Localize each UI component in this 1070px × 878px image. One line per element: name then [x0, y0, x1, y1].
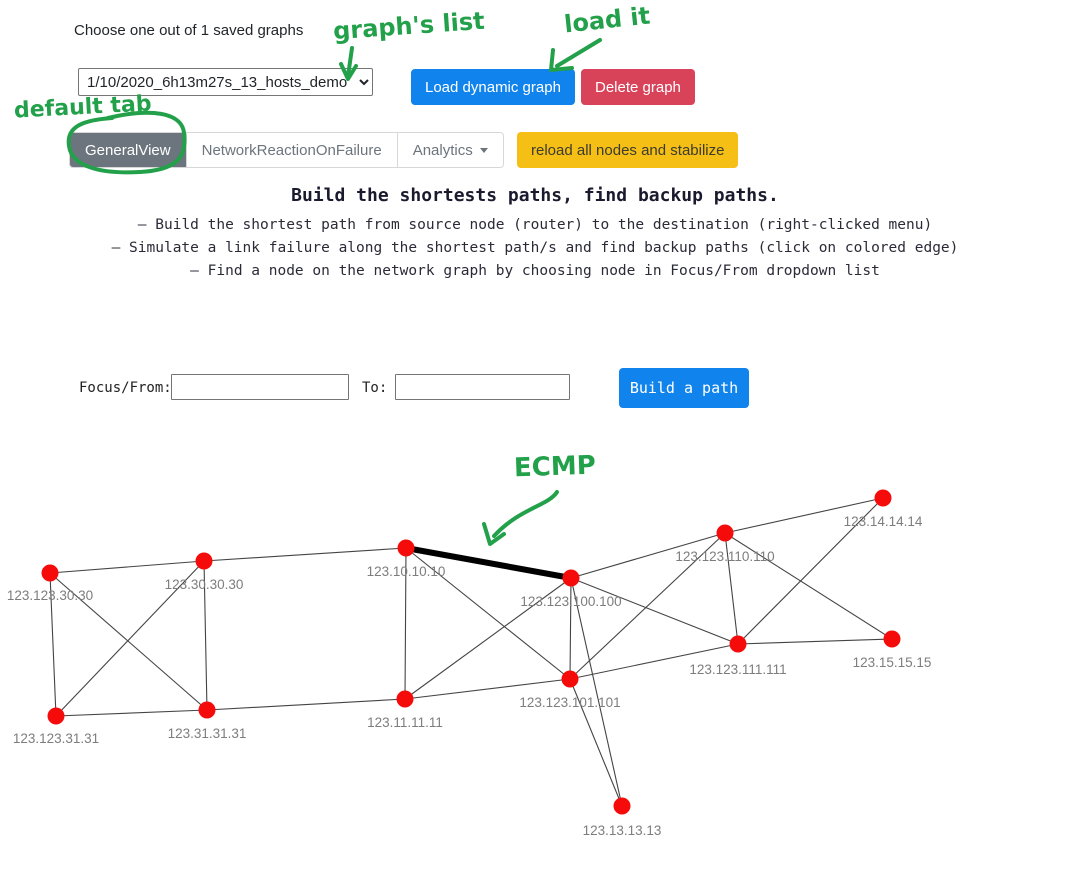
tab-networkreactiononfailure-label: NetworkReactionOnFailure	[201, 141, 382, 159]
graph-edge[interactable]	[203, 547, 407, 562]
graph-node[interactable]	[397, 539, 415, 557]
graph-edge[interactable]	[570, 577, 739, 645]
focus-from-input[interactable]	[171, 374, 349, 400]
graph-edge[interactable]	[49, 560, 205, 574]
annotation-text: ECMP	[513, 450, 597, 484]
delete-graph-button[interactable]: Delete graph	[581, 69, 695, 105]
graph-node[interactable]	[195, 552, 213, 570]
reload-nodes-button[interactable]: reload all nodes and stabilize	[517, 132, 739, 168]
graph-node-label: 123.30.30.30	[164, 577, 244, 592]
annotation-text: default tab	[13, 91, 153, 124]
tab-analytics-label: Analytics	[412, 141, 473, 159]
tab-generalview[interactable]: GeneralView	[70, 133, 187, 167]
instruction-line-3: — Find a node on the network graph by ch…	[190, 263, 880, 279]
instructions-block: Build the shortests paths, find backup p…	[0, 185, 1070, 283]
graph-node-label: 123.31.31.31	[167, 726, 247, 741]
graph-edge[interactable]	[55, 709, 208, 717]
graph-node[interactable]	[561, 670, 579, 688]
graph-node-label: 123.123.31.31	[12, 731, 100, 746]
graph-node-label: 123.13.13.13	[582, 823, 662, 838]
tab-networkreactiononfailure[interactable]: NetworkReactionOnFailure	[186, 133, 398, 167]
tab-analytics[interactable]: Analytics	[397, 133, 503, 167]
graph-node[interactable]	[883, 630, 901, 648]
graph-node-label: 123.11.11.11	[367, 715, 443, 730]
graph-node-label: 123.15.15.15	[852, 655, 932, 670]
annotation-arrow-load-it	[555, 38, 602, 68]
load-dynamic-graph-button[interactable]: Load dynamic graph	[411, 69, 575, 105]
graph-node[interactable]	[47, 707, 65, 725]
to-input[interactable]	[395, 374, 570, 400]
annotation-text: load it	[562, 1, 652, 39]
graph-node-label: 123.10.10.10	[366, 564, 446, 579]
graph-edge[interactable]	[206, 698, 406, 711]
annotation-arrowhead-load-it	[549, 48, 574, 72]
graph-node-label: 123.123.110.110	[675, 549, 775, 564]
graph-node-label: 123.123.30.30	[6, 588, 94, 603]
graph-edge[interactable]	[570, 577, 623, 807]
annotation-arrow-ecmp	[492, 490, 559, 538]
graph-node[interactable]	[396, 690, 414, 708]
focus-from-label: Focus/From:	[79, 380, 172, 396]
instruction-line-2: — Simulate a link failure along the shor…	[111, 240, 959, 256]
to-label: To:	[362, 380, 388, 396]
graph-node[interactable]	[562, 569, 580, 587]
annotation-text: graph's list	[332, 6, 486, 46]
graph-node[interactable]	[198, 701, 216, 719]
graph-node-label: 123.14.14.14	[843, 514, 923, 529]
graph-node[interactable]	[613, 797, 631, 815]
graph-node-label: 123.123.111.111	[689, 662, 787, 677]
instruction-line-1: — Build the shortest path from source no…	[137, 217, 933, 233]
build-a-path-button[interactable]: Build a path	[619, 368, 749, 408]
graph-node[interactable]	[874, 489, 892, 507]
chevron-down-icon	[479, 147, 488, 153]
page-title: Build the shortests paths, find backup p…	[291, 185, 779, 206]
tab-generalview-label: GeneralView	[85, 141, 171, 159]
annotation-arrowhead-ecmp	[482, 522, 506, 546]
graph-node[interactable]	[41, 564, 59, 582]
graph-node-label: 123.123.101.101	[519, 695, 621, 710]
graph-edge[interactable]	[737, 638, 893, 645]
view-tabs: GeneralView NetworkReactionOnFailure Ana…	[69, 132, 504, 168]
saved-graph-select[interactable]: 1/10/2020_6h13m27s_13_hosts_demo	[78, 68, 373, 96]
graph-node-label: 123.123.100.100	[520, 594, 622, 609]
graph-node[interactable]	[716, 524, 734, 542]
graph-node[interactable]	[729, 635, 747, 653]
graph-chooser-label: Choose one out of 1 saved graphs	[74, 22, 304, 39]
